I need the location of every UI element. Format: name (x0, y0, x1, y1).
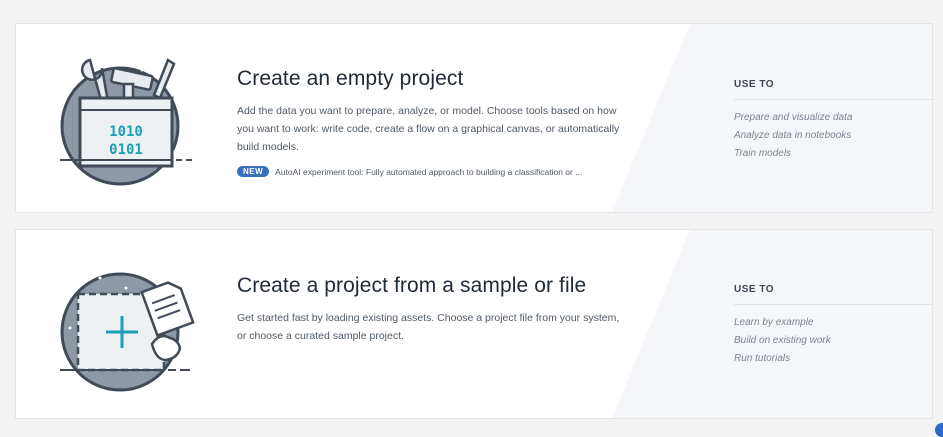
card-title: Create an empty project (237, 67, 464, 90)
corner-help-button[interactable] (935, 423, 943, 437)
create-project-from-sample-card[interactable]: Create a project from a sample or file G… (15, 229, 933, 419)
tools-binary-icon: 1010 0101 (60, 58, 192, 186)
binary-text-1: 1010 (109, 124, 143, 140)
create-empty-project-card[interactable]: 1010 0101 Create an empty project Add th… (15, 23, 933, 213)
use-to-item: Build on existing work (734, 335, 831, 346)
card-content: Create a project from a sample or file G… (237, 274, 627, 345)
new-badge: NEW (237, 166, 270, 177)
use-to-item: Learn by example (734, 317, 814, 328)
use-to-label: USE TO (734, 79, 932, 100)
use-to-section: USE TO Learn by example Build on existin… (734, 284, 932, 368)
use-to-item: Analyze data in notebooks (734, 130, 852, 141)
add-file-icon (60, 272, 195, 392)
use-to-section: USE TO Prepare and visualize data Analyz… (734, 79, 932, 163)
use-to-item: Train models (734, 148, 792, 159)
card-description: Get started fast by loading existing ass… (237, 312, 620, 342)
use-to-item: Prepare and visualize data (734, 112, 853, 123)
card-description: Add the data you want to prepare, analyz… (237, 105, 620, 153)
card-content: Create an empty project Add the data you… (237, 67, 627, 177)
use-to-label: USE TO (734, 284, 932, 305)
card-title: Create a project from a sample or file (237, 274, 587, 297)
new-feature-line: NEW AutoAI experiment tool: Fully automa… (237, 166, 627, 177)
use-to-item: Run tutorials (734, 353, 791, 364)
binary-text-2: 0101 (109, 142, 143, 158)
new-feature-text: AutoAI experiment tool: Fully automated … (275, 166, 583, 177)
